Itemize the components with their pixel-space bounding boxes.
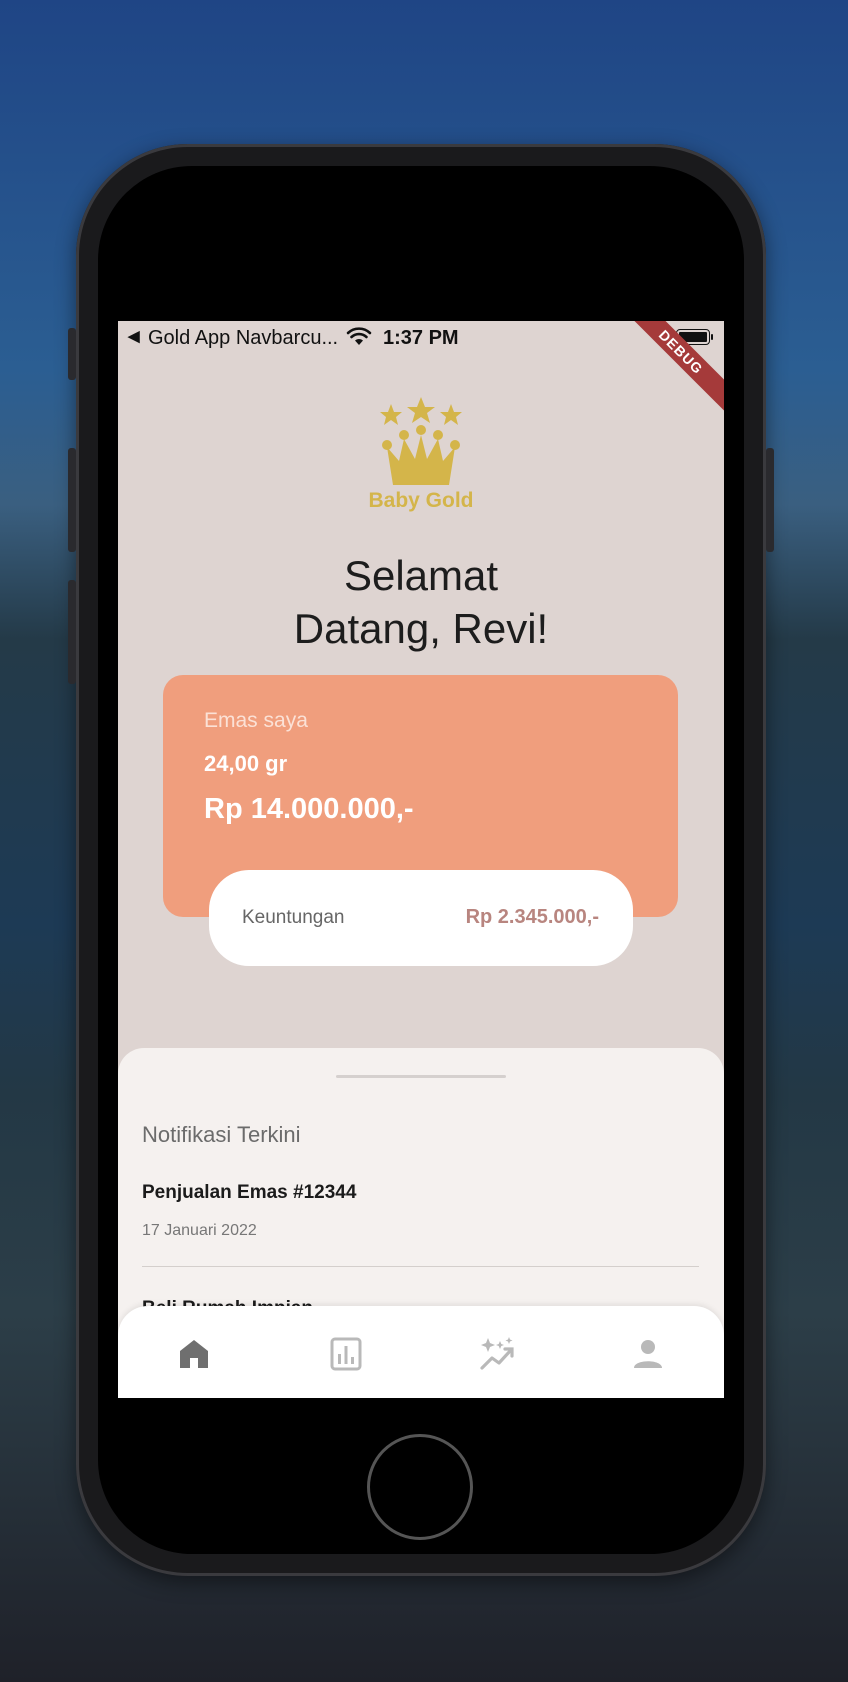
home-icon: [180, 1340, 208, 1368]
back-app-label[interactable]: Gold App Navbarcu...: [148, 327, 338, 350]
volume-up-button: [68, 448, 76, 552]
gold-grams: 24,00 gr: [204, 751, 288, 776]
nav-profile-tab[interactable]: [628, 1336, 668, 1372]
profit-label: Keuntungan: [242, 907, 345, 928]
chart-icon: [330, 1337, 362, 1371]
power-button: [766, 448, 774, 552]
welcome-heading: Selamat Datang, Revi!: [118, 549, 724, 655]
person-icon: [634, 1340, 662, 1368]
back-arrow-icon[interactable]: ◀: [128, 327, 140, 345]
gold-label: Emas saya: [204, 709, 308, 732]
nav-trending-tab[interactable]: [478, 1336, 518, 1372]
baby-gold-logo: Baby Gold: [363, 397, 479, 517]
battery-tip: [711, 334, 713, 340]
status-bar: ◀ Gold App Navbarcu... 1:37 PM: [118, 321, 724, 355]
home-button[interactable]: [367, 1434, 473, 1540]
mute-switch: [68, 328, 76, 380]
bottom-navbar: [118, 1306, 724, 1398]
gold-value: Rp 14.000.000,-: [204, 793, 414, 825]
notification-item-date: 17 Januari 2022: [142, 1222, 257, 1239]
nav-chart-tab[interactable]: [326, 1336, 366, 1372]
notification-item-title[interactable]: Penjualan Emas #12344: [142, 1182, 356, 1204]
profit-value: Rp 2.345.000,-: [465, 906, 599, 928]
sheet-drag-handle[interactable]: [336, 1075, 506, 1078]
crown-icon: [380, 397, 462, 485]
welcome-line-1: Selamat: [343, 552, 499, 599]
volume-down-button: [68, 580, 76, 684]
status-time: 1:37 PM: [383, 327, 459, 349]
welcome-line-2: Datang, Revi!: [293, 605, 549, 652]
trending-icon: [480, 1337, 514, 1370]
notification-divider: [142, 1266, 699, 1267]
profit-card[interactable]: Keuntungan Rp 2.345.000,-: [209, 870, 633, 966]
logo-text: Baby Gold: [368, 489, 474, 512]
wifi-icon: [346, 327, 372, 353]
nav-home-tab[interactable]: [174, 1336, 214, 1372]
app-screen: ◀ Gold App Navbarcu... 1:37 PM DEBUG Bab…: [118, 321, 724, 1398]
notifications-title: Notifikasi Terkini: [142, 1122, 301, 1147]
